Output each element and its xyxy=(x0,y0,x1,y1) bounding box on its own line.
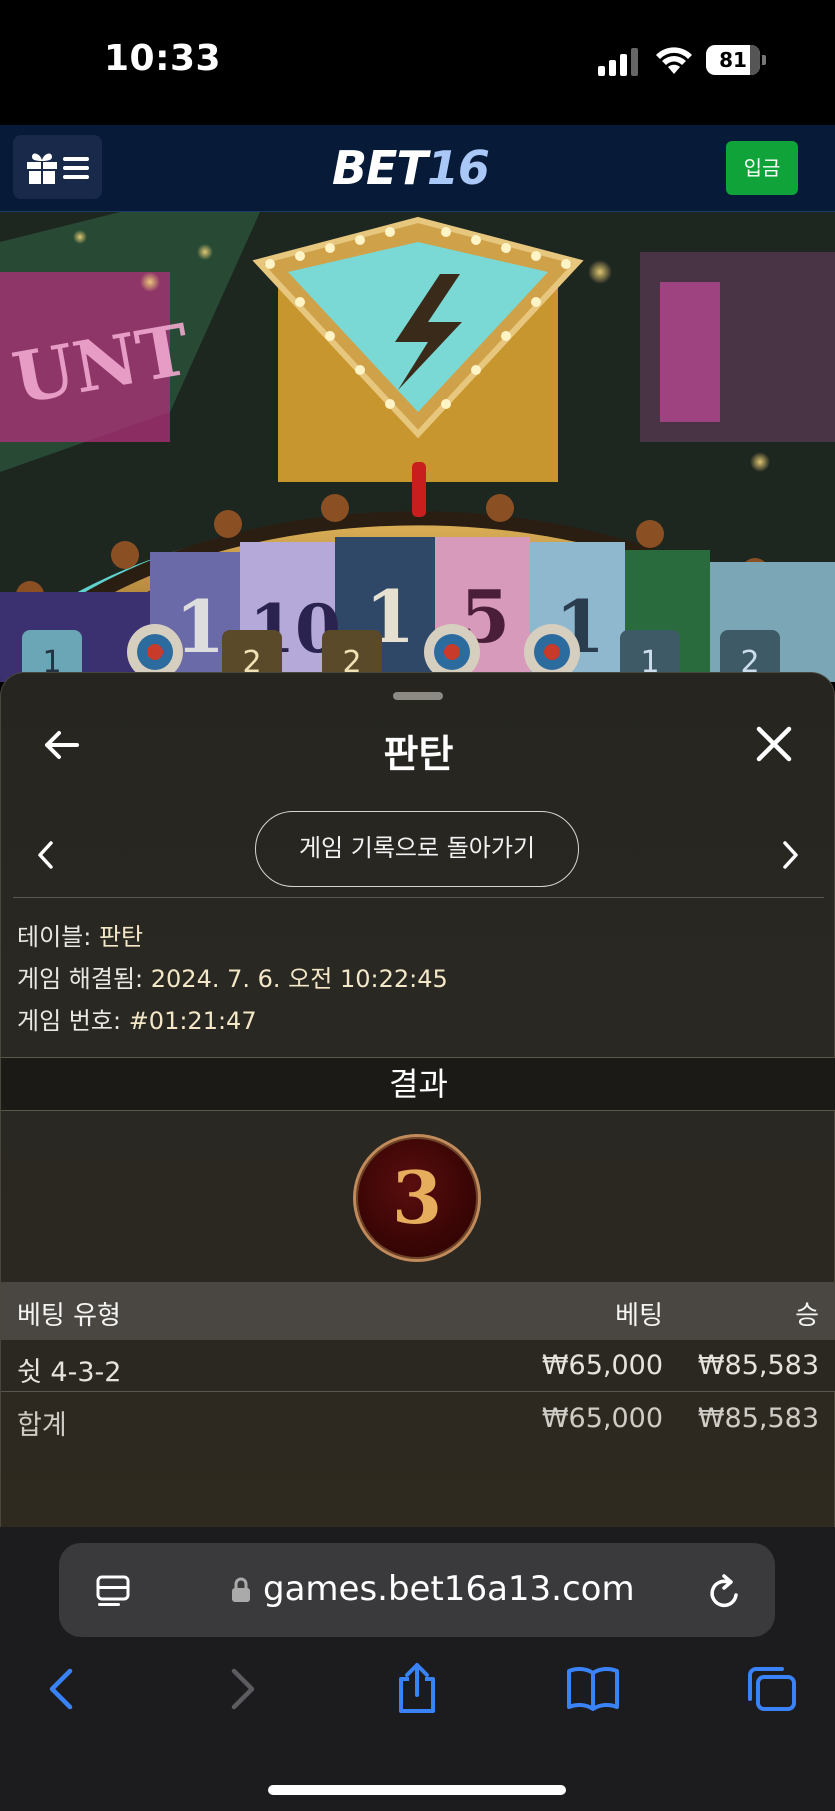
share-icon[interactable] xyxy=(393,1661,441,1715)
bet-amount-cell: ₩65,000 xyxy=(541,1350,663,1381)
url-text: games.bet16a13.com xyxy=(263,1569,635,1609)
panel-title: 판탄 xyxy=(383,732,454,776)
result-area: 3 xyxy=(1,1112,835,1282)
hamburger-icon xyxy=(63,157,89,179)
result-number: 3 xyxy=(391,1155,443,1240)
divider xyxy=(13,897,824,898)
home-indicator xyxy=(268,1785,566,1795)
game-number-info: 게임 번호: #01:21:47 xyxy=(17,1001,257,1036)
resolved-info: 게임 해결됨: 2024. 7. 6. 오전 10:22:45 xyxy=(17,959,448,994)
resolved-label: 게임 해결됨: xyxy=(17,965,144,993)
site-logo[interactable]: BET16 xyxy=(332,141,490,195)
total-row: 합계 ₩65,000 ₩85,583 xyxy=(1,1393,835,1445)
gift-icon xyxy=(27,153,57,184)
status-time: 10:33 xyxy=(104,38,222,79)
resolved-value: 2024. 7. 6. 오전 10:22:45 xyxy=(150,965,448,993)
reload-icon[interactable] xyxy=(709,1573,743,1609)
wifi-icon xyxy=(656,47,692,74)
battery-cap xyxy=(762,55,766,65)
result-ball: 3 xyxy=(353,1134,481,1262)
cellular-signal-icon xyxy=(598,48,638,76)
browser-back-icon[interactable] xyxy=(44,1667,80,1711)
menu-button[interactable] xyxy=(13,135,102,199)
browser-forward-icon[interactable] xyxy=(224,1667,260,1711)
table-row: 쉿 4-3-2 ₩65,000 ₩85,583 xyxy=(1,1340,835,1392)
table-info: 테이블: 판탄 xyxy=(17,917,143,952)
deposit-button[interactable]: 입금 xyxy=(726,141,798,195)
win-amount-cell: ₩85,583 xyxy=(697,1350,819,1381)
address-bar[interactable]: games.bet16a13.com xyxy=(59,1543,775,1637)
next-game-chevron-icon[interactable] xyxy=(779,839,801,871)
column-win: 승 xyxy=(795,1301,819,1331)
browser-toolbar: games.bet16a13.com xyxy=(0,1527,835,1811)
status-bar: 10:33 81 xyxy=(0,0,835,125)
game-history-panel: 판탄 게임 기록으로 돌아가기 테이블: 판탄 게임 해결됨: 2024. 7.… xyxy=(0,672,835,1527)
column-bet: 베팅 xyxy=(615,1301,663,1331)
close-icon[interactable] xyxy=(753,723,795,765)
page-menu-icon[interactable] xyxy=(95,1573,131,1609)
game-number-label: 게임 번호: xyxy=(17,1007,122,1035)
game-video: UNT 1 10 1 5 1 1 2 2 1 2 xyxy=(0,212,835,682)
table-value: 판탄 xyxy=(98,923,144,951)
back-to-history-button[interactable]: 게임 기록으로 돌아가기 xyxy=(255,811,579,887)
battery-level: 81 xyxy=(706,45,760,75)
total-win-cell: ₩85,583 xyxy=(697,1403,819,1434)
result-header: 결과 xyxy=(1,1057,835,1111)
money-wheel-image: UNT 1 10 1 5 1 1 2 2 1 2 xyxy=(0,212,835,682)
bet-type-cell: 쉿 4-3-2 xyxy=(17,1357,122,1388)
drag-handle[interactable] xyxy=(393,692,443,700)
previous-game-chevron-icon[interactable] xyxy=(35,839,57,871)
site-header: BET16 입금 xyxy=(0,125,835,212)
column-bet-type: 베팅 유형 xyxy=(17,1301,121,1331)
bets-table-header: 베팅 유형 베팅 승 xyxy=(1,1282,835,1340)
bookmarks-icon[interactable] xyxy=(566,1665,620,1711)
tabs-icon[interactable] xyxy=(746,1665,798,1713)
total-label: 합계 xyxy=(17,1410,67,1441)
battery-indicator: 81 xyxy=(706,45,766,75)
game-number-value: #01:21:47 xyxy=(128,1007,257,1035)
total-bet-cell: ₩65,000 xyxy=(541,1403,663,1434)
logo-number: 16 xyxy=(426,141,490,195)
table-label: 테이블: xyxy=(17,923,92,951)
lock-icon xyxy=(232,1577,250,1602)
logo-bet: BET xyxy=(332,141,428,195)
